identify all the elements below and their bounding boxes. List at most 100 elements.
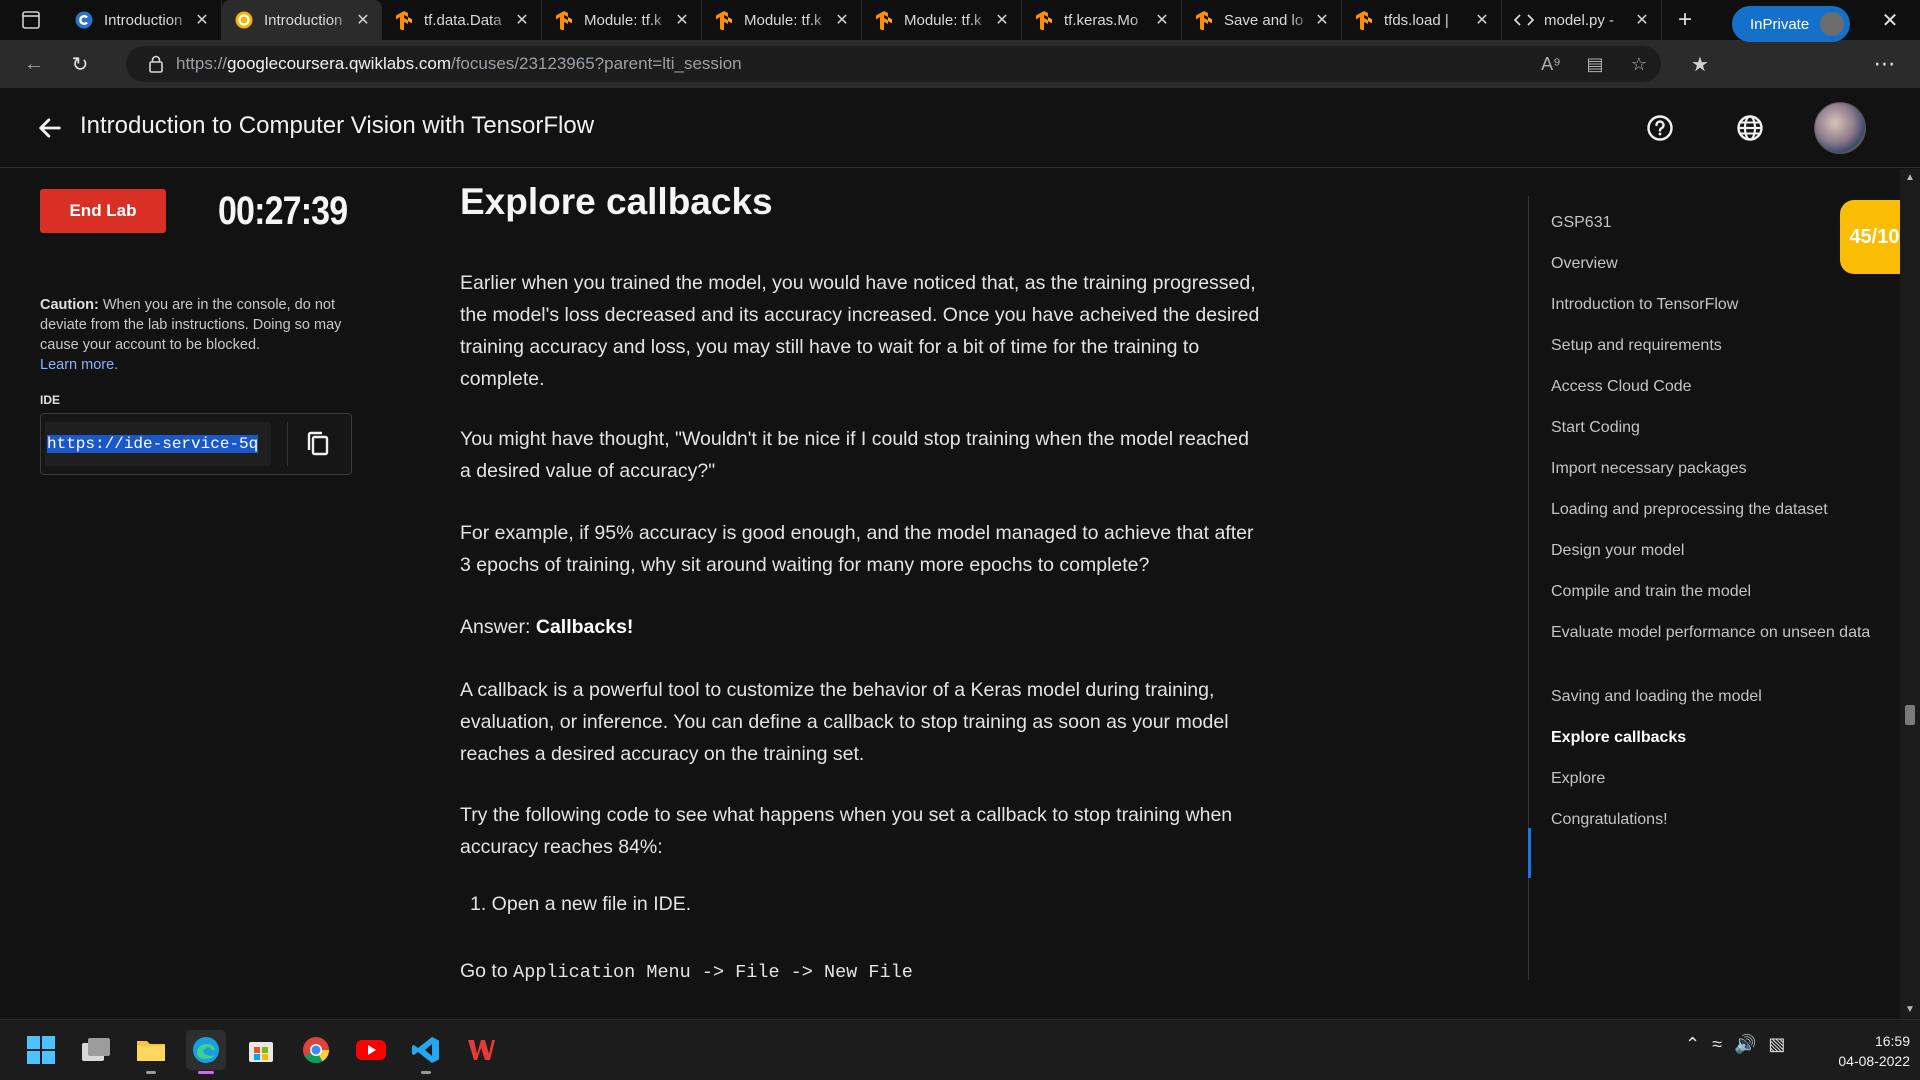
page-scrollbar[interactable]: ▲ ▼ [1900, 169, 1920, 1019]
inprivate-button[interactable]: InPrivate [1732, 6, 1850, 42]
add-favorite-icon[interactable]: ☆ [1617, 54, 1661, 75]
inprivate-avatar [1818, 10, 1846, 38]
toc-item[interactable]: GSP631 [1551, 208, 1871, 238]
browser-tab[interactable]: Introduction ✕ [62, 0, 222, 40]
close-tab-icon[interactable]: ✕ [1313, 10, 1331, 30]
browser-tab[interactable]: Module: tf.k ✕ [862, 0, 1022, 40]
close-tab-icon[interactable]: ✕ [1153, 10, 1171, 30]
browser-tab[interactable]: model.py - ✕ [1502, 0, 1662, 40]
vscode-icon [412, 1037, 439, 1063]
vscode-button[interactable] [406, 1030, 446, 1074]
close-window-button[interactable]: ✕ [1860, 0, 1920, 40]
lab-instructions: Explore callbacks Earlier when you train… [460, 169, 1260, 1019]
browser-tab-strip: Introduction ✕ Introduction ✕ tf.data.Data ✕ M… [0, 0, 1920, 40]
browser-tab[interactable]: Module: tf.k ✕ [542, 0, 702, 40]
wps-office-button[interactable] [461, 1030, 501, 1070]
file-explorer-button[interactable] [131, 1030, 171, 1074]
close-tab-icon[interactable]: ✕ [354, 10, 372, 30]
address-bar[interactable]: https://googlecoursera.qwiklabs.com/focu… [126, 46, 1661, 82]
wifi-icon[interactable]: ≈ [1712, 1034, 1722, 1055]
toc-item[interactable]: Explore [1551, 764, 1871, 794]
settings-more-button[interactable]: ⋯ [1865, 40, 1905, 88]
toc-item[interactable]: Evaluate model performance on unseen dat… [1551, 618, 1871, 648]
refresh-button[interactable]: ↻ [58, 46, 102, 82]
youtube-icon [356, 1040, 386, 1060]
toc-item[interactable]: Import necessary packages [1551, 454, 1871, 484]
close-tab-icon[interactable]: ✕ [993, 10, 1011, 30]
toc-item[interactable]: Congratulations! [1551, 805, 1871, 835]
inprivate-label: InPrivate [1750, 15, 1810, 33]
help-icon[interactable] [1646, 114, 1674, 142]
language-globe-icon[interactable] [1736, 114, 1764, 142]
back-arrow-icon[interactable] [36, 114, 64, 142]
wps-office-icon [468, 1040, 495, 1060]
browser-tab[interactable]: Introduction ✕ [222, 0, 382, 40]
close-tab-icon[interactable]: ✕ [1473, 10, 1491, 30]
windows-taskbar: ⌃ ≈ 🔊 ▧ 16:59 04-08-2022 [0, 1019, 1920, 1080]
taskbar-clock[interactable]: 16:59 04-08-2022 [1815, 1031, 1910, 1071]
tensorflow-icon [1194, 10, 1214, 30]
task-view-button[interactable] [76, 1030, 116, 1070]
tab-title: tf.keras.Mo [1064, 11, 1139, 29]
chrome-button[interactable] [296, 1030, 336, 1070]
store-button[interactable] [241, 1030, 281, 1070]
store-icon [249, 1042, 273, 1062]
end-lab-button[interactable]: End Lab [40, 189, 166, 233]
caution-label: Caution: [40, 297, 99, 313]
paragraph: For example, if 95% accuracy is good eno… [460, 522, 1254, 576]
tab-title: tf.data.Data [424, 11, 502, 29]
show-hidden-icons-icon[interactable]: ⌃ [1685, 1034, 1700, 1055]
close-tab-icon[interactable]: ✕ [1633, 10, 1651, 30]
battery-icon[interactable]: ▧ [1768, 1034, 1785, 1055]
toc-item[interactable]: Access Cloud Code [1551, 372, 1871, 402]
toc-item[interactable]: Overview [1551, 249, 1871, 279]
browser-tab[interactable]: Save and lo ✕ [1182, 0, 1342, 40]
tab-actions-button[interactable] [0, 0, 62, 40]
favorites-button[interactable]: ★ [1678, 46, 1722, 82]
user-avatar[interactable] [1814, 102, 1866, 154]
new-tab-button[interactable]: + [1662, 0, 1708, 40]
start-button[interactable] [21, 1030, 61, 1070]
scroll-down-icon[interactable]: ▼ [1900, 1001, 1920, 1019]
close-tab-icon[interactable]: ✕ [833, 10, 851, 30]
answer-text: Callbacks! [535, 616, 634, 638]
close-tab-icon[interactable]: ✕ [673, 10, 691, 30]
paragraph: Earlier when you trained the model, you … [460, 272, 1260, 390]
scrollbar-thumb[interactable] [1905, 705, 1915, 725]
toc-item[interactable]: Start Coding [1551, 413, 1871, 443]
edge-button[interactable] [186, 1030, 226, 1074]
copy-url-button[interactable] [287, 422, 347, 466]
learn-more-link[interactable]: Learn more. [40, 357, 118, 373]
ide-url-input[interactable]: https://ide-service-5q [45, 422, 271, 466]
tab-title: model.py - [1544, 11, 1615, 29]
url-text: https://googlecoursera.qwiklabs.com/focu… [176, 54, 742, 73]
toc-item[interactable]: Setup and requirements [1551, 331, 1871, 361]
close-tab-icon[interactable]: ✕ [513, 10, 531, 30]
tab-actions-icon [22, 11, 40, 29]
browser-tab[interactable]: Module: tf.k ✕ [702, 0, 862, 40]
paragraph: You might have thought, "Wouldn't it be … [460, 428, 1249, 482]
toc-item[interactable]: Introduction to TensorFlow [1551, 290, 1871, 320]
toc-item[interactable]: Design your model [1551, 536, 1871, 566]
tab-title: tfds.load | [1384, 11, 1449, 29]
scroll-up-icon[interactable]: ▲ [1900, 169, 1920, 187]
table-of-contents: GSP631 Overview Introduction to TensorFlow… [1528, 196, 1878, 980]
toc-active-indicator [1528, 828, 1531, 878]
youtube-button[interactable] [351, 1030, 391, 1070]
volume-icon[interactable]: 🔊 [1734, 1034, 1756, 1055]
toc-item[interactable]: Explore callbacks [1551, 723, 1871, 753]
browser-tab[interactable]: tf.keras.Mo ✕ [1022, 0, 1182, 40]
immersive-reader-icon[interactable]: ▤ [1573, 54, 1617, 75]
lab-timer: 00:27:39 [218, 189, 348, 233]
running-indicator [146, 1071, 156, 1074]
toc-item[interactable]: Loading and preprocessing the dataset [1551, 495, 1871, 525]
tensorflow-icon [714, 10, 734, 30]
lab-timer-card: End Lab 00:27:39 [36, 189, 354, 237]
browser-tab[interactable]: tfds.load | ✕ [1342, 0, 1502, 40]
toc-item[interactable]: Compile and train the model [1551, 577, 1871, 607]
back-button[interactable]: ← [12, 46, 56, 82]
read-aloud-icon[interactable]: A⁹ [1529, 54, 1573, 75]
toc-item[interactable]: Saving and loading the model [1551, 682, 1871, 712]
close-tab-icon[interactable]: ✕ [193, 10, 211, 30]
browser-tab[interactable]: tf.data.Data ✕ [382, 0, 542, 40]
